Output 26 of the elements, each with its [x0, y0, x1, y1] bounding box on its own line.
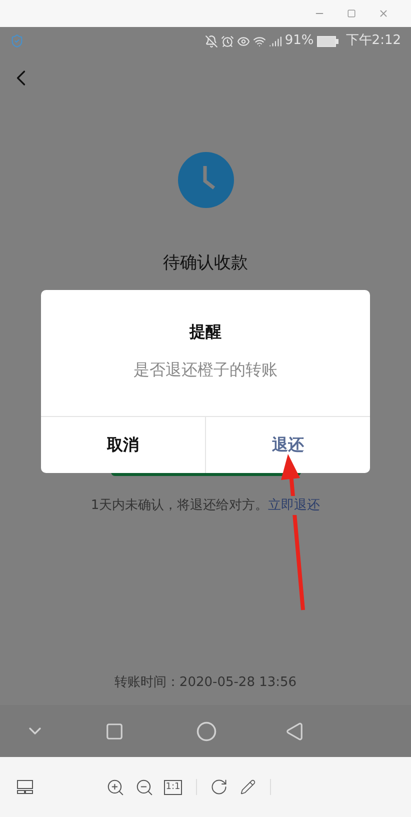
dialog-message: 是否退还橙子的转账	[134, 359, 278, 381]
rotate-icon[interactable]	[210, 778, 228, 796]
notice-text: 1天内未确认，将退还给对方。立即退还	[90, 496, 320, 515]
actual-size-button[interactable]: 1:1	[164, 780, 182, 794]
home-icon[interactable]	[196, 720, 216, 742]
wifi-icon	[252, 34, 266, 48]
battery-percent: 91%	[284, 32, 314, 50]
close-icon[interactable]	[378, 8, 389, 19]
pencil-icon[interactable]	[240, 779, 256, 795]
zoom-out-icon[interactable]	[135, 778, 154, 796]
battery-icon	[316, 36, 339, 46]
transfer-time: 转账时间：2020-05-28 13:56	[114, 674, 297, 692]
clock-icon	[178, 152, 234, 208]
cancel-button[interactable]: 取消	[41, 417, 205, 473]
page-title: 待确认收款	[163, 252, 248, 275]
zoom-in-icon[interactable]	[106, 778, 125, 796]
eye-icon	[236, 34, 250, 48]
layout-icon[interactable]	[17, 780, 33, 794]
back-nav-icon[interactable]	[284, 722, 304, 740]
shield-icon	[10, 34, 24, 48]
clock-time: 下午2:12	[346, 32, 401, 50]
maximize-icon[interactable]	[347, 9, 356, 18]
mute-icon	[204, 34, 218, 48]
dialog-title: 提醒	[190, 321, 222, 343]
recents-icon[interactable]	[104, 722, 124, 740]
alarm-icon	[220, 34, 234, 48]
